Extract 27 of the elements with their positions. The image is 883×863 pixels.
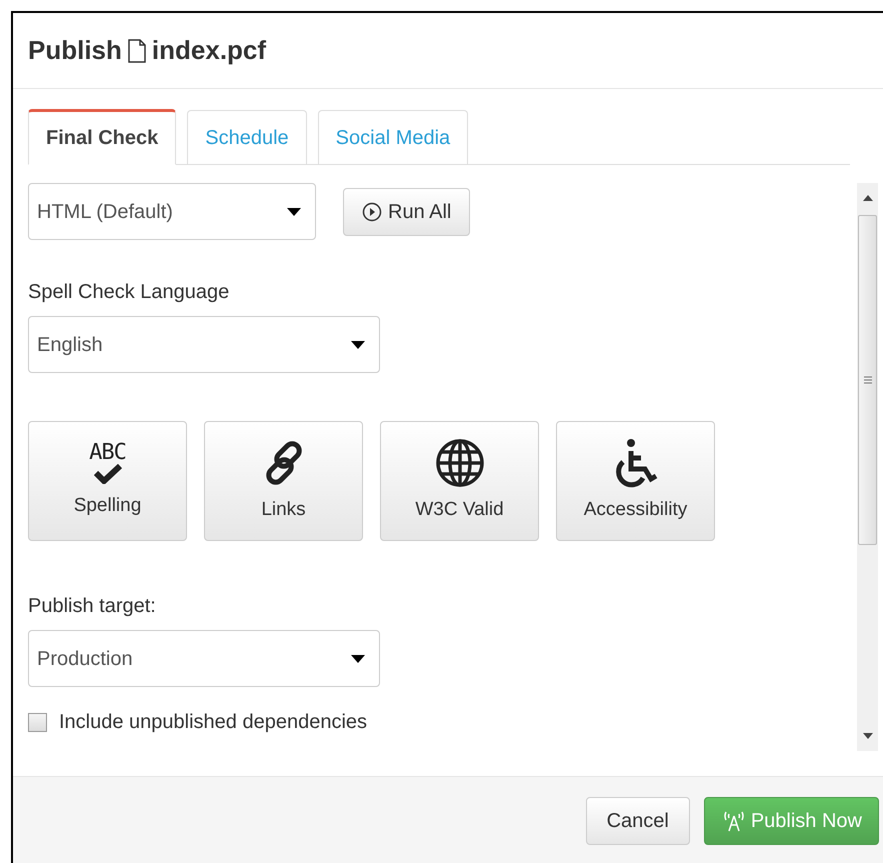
scroll-up-arrow-icon[interactable] — [862, 195, 872, 201]
checkbox-label: Include unpublished dependencies — [59, 710, 368, 735]
file-name: index.pcf — [152, 34, 266, 67]
file-icon — [128, 38, 146, 62]
scrollbar[interactable] — [857, 183, 878, 751]
play-circle-icon — [362, 202, 382, 222]
language-select[interactable]: English — [28, 316, 380, 373]
globe-icon — [434, 438, 484, 488]
grip-lines-icon — [862, 375, 872, 385]
caret-icon — [351, 654, 365, 662]
check-button[interactable]: W3C Valid — [380, 421, 539, 541]
tab[interactable]: Final Check — [28, 109, 176, 165]
format-select[interactable]: HTML (Default) — [28, 183, 316, 240]
check-button[interactable]: ABC Spelling — [28, 421, 187, 541]
scroll-down-arrow-icon[interactable] — [862, 733, 872, 739]
checkbox[interactable] — [28, 712, 47, 732]
caret-icon — [287, 208, 301, 216]
scrollbar-thumb[interactable] — [858, 215, 877, 545]
publish-target-label: Publish target: — [28, 594, 157, 619]
check-button[interactable]: Accessibility — [556, 421, 715, 541]
target-select[interactable]: Production — [28, 630, 380, 687]
check-button[interactable]: Links — [204, 421, 363, 541]
dialog-title: Publish — [28, 34, 122, 67]
spell-check-label: Spell Check Language — [28, 280, 230, 305]
caret-icon — [351, 340, 365, 348]
run-all-button[interactable]: Run All — [343, 188, 470, 236]
cancel-button[interactable]: Cancel — [586, 797, 690, 845]
